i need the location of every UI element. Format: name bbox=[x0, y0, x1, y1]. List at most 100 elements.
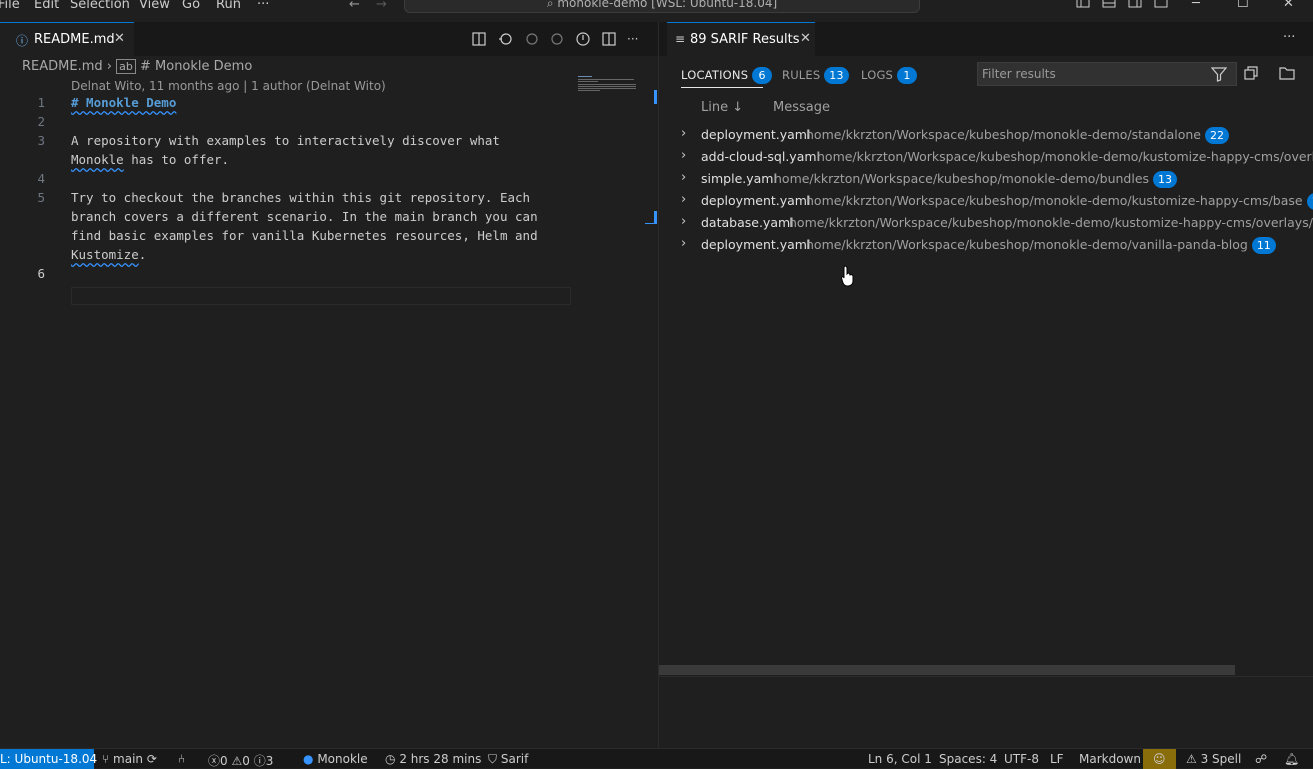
code-line: 2 bbox=[0, 114, 580, 133]
split-editor-icon[interactable] bbox=[602, 32, 616, 46]
timeline-icon[interactable] bbox=[576, 32, 590, 46]
menu-file[interactable]: File bbox=[0, 0, 20, 12]
forward-arrow-icon[interactable]: → bbox=[376, 0, 387, 12]
result-row[interactable]: › simple.yaml home/kkrzton/Workspace/kub… bbox=[659, 168, 1313, 190]
code-text[interactable]: has to offer. bbox=[124, 152, 229, 167]
result-file: add-cloud-sql.yaml bbox=[701, 149, 821, 164]
back-arrow-icon[interactable]: ← bbox=[349, 0, 360, 12]
line-number: 3 bbox=[37, 133, 45, 148]
chevron-right-icon[interactable]: › bbox=[681, 126, 686, 141]
indentation[interactable]: Spaces: 4 bbox=[939, 752, 997, 766]
git-branch-icon: ⑂ bbox=[102, 752, 110, 766]
editor-group: ⓘ README.md ✕ ··· README.md › ab # Monok… bbox=[0, 22, 658, 748]
more-actions-icon[interactable]: ··· bbox=[1283, 30, 1295, 45]
language-mode[interactable]: Markdown bbox=[1079, 752, 1141, 766]
sync-icon[interactable]: ⟳ bbox=[147, 752, 157, 766]
menu-selection[interactable]: Selection bbox=[70, 0, 130, 12]
open-changes-icon[interactable] bbox=[499, 33, 512, 45]
menu-more[interactable]: ··· bbox=[257, 0, 269, 12]
chevron-right-icon[interactable]: › bbox=[681, 170, 686, 185]
code-text[interactable]: A repository with examples to interactiv… bbox=[71, 133, 500, 148]
tab-rules[interactable]: RULES 13 bbox=[782, 67, 849, 84]
time-tracker-item[interactable]: ◷ 2 hrs 28 mins bbox=[385, 752, 481, 766]
close-window-icon[interactable]: ✕ bbox=[1283, 0, 1294, 11]
minimize-icon[interactable]: ─ bbox=[1192, 0, 1200, 11]
menu-edit[interactable]: Edit bbox=[34, 0, 59, 12]
git-graph-icon[interactable]: ⑃ bbox=[178, 752, 185, 766]
code-line: Monokle has to offer. bbox=[0, 152, 580, 171]
result-row[interactable]: › add-cloud-sql.yaml home/kkrzton/Worksp… bbox=[659, 146, 1313, 168]
misspelled-word[interactable]: Kustomize bbox=[71, 247, 139, 262]
tab-sarif-results[interactable]: ≡ 89 SARIF Results ✕ bbox=[667, 22, 815, 56]
code-text[interactable]: . bbox=[139, 247, 147, 262]
monokle-label: Monokle bbox=[317, 752, 368, 766]
horizontal-scrollbar[interactable] bbox=[659, 665, 1235, 675]
toggle-secondary-sidebar-icon[interactable] bbox=[1128, 0, 1142, 8]
problems-item[interactable]: ⓧ0 ⚠0 ⓘ3 bbox=[208, 752, 273, 769]
feedback-icon[interactable]: ☍ bbox=[1255, 752, 1267, 766]
encoding[interactable]: UTF-8 bbox=[1004, 752, 1039, 766]
collapse-all-icon[interactable] bbox=[1244, 66, 1260, 80]
chevron-right-icon[interactable]: › bbox=[681, 192, 686, 207]
next-change-icon[interactable] bbox=[551, 33, 563, 45]
count-badge: 13 bbox=[824, 67, 849, 84]
breadcrumb-file[interactable]: README.md bbox=[22, 59, 103, 74]
result-file: database.yaml bbox=[701, 215, 794, 230]
remote-label: L: Ubuntu-18.04 bbox=[0, 752, 98, 766]
tab-label: 89 SARIF Results bbox=[690, 32, 800, 47]
sarif-item[interactable]: ⛉ Sarif bbox=[488, 752, 528, 767]
column-line[interactable]: Line ↓ bbox=[701, 100, 743, 115]
heading-text[interactable]: # Monokle Demo bbox=[71, 95, 176, 110]
command-center[interactable]: ⌕ monokle-demo [WSL: Ubuntu-18.04] bbox=[404, 0, 920, 13]
result-row[interactable]: › deployment.yaml home/kkrzton/Workspace… bbox=[659, 124, 1313, 146]
misspelled-word[interactable]: Monokle bbox=[71, 152, 124, 167]
spell-item[interactable]: ⚠ 3 Spell bbox=[1186, 752, 1241, 766]
chevron-right-icon[interactable]: › bbox=[681, 214, 686, 229]
minimap[interactable] bbox=[578, 76, 638, 96]
info-icon: ⓘ bbox=[16, 34, 29, 48]
cursor-position[interactable]: Ln 6, Col 1 bbox=[868, 752, 932, 766]
breadcrumb: README.md › ab # Monokle Demo bbox=[22, 59, 252, 74]
maximize-icon[interactable]: ☐ bbox=[1237, 0, 1249, 11]
branch-item[interactable]: ⑂ main ⟳ bbox=[102, 752, 157, 766]
count-badge: 11 bbox=[1306, 193, 1313, 210]
notifications-bell-icon[interactable]: 🔔︎ bbox=[1284, 752, 1299, 766]
error-icon: ⓧ bbox=[208, 754, 221, 768]
code-text[interactable]: branch covers a different scenario. In t… bbox=[71, 209, 538, 224]
result-row[interactable]: › deployment.yaml home/kkrzton/Workspace… bbox=[659, 190, 1313, 212]
tab-logs[interactable]: LOGS 1 bbox=[861, 67, 917, 84]
code-text[interactable]: Try to checkout the branches within this… bbox=[71, 190, 530, 205]
git-blame-codelens[interactable]: Delnat Wito, 11 months ago | 1 author (D… bbox=[71, 79, 386, 93]
column-message[interactable]: Message bbox=[773, 100, 830, 115]
previous-change-icon[interactable] bbox=[526, 33, 538, 45]
customize-layout-icon[interactable] bbox=[1154, 0, 1168, 8]
menu-view[interactable]: View bbox=[139, 0, 170, 12]
tab-readme[interactable]: ⓘ README.md ✕ bbox=[0, 22, 134, 56]
result-row[interactable]: › deployment.yaml home/kkrzton/Workspace… bbox=[659, 234, 1313, 256]
remote-indicator[interactable]: L: Ubuntu-18.04 bbox=[0, 749, 98, 769]
chevron-right-icon[interactable]: › bbox=[681, 236, 686, 251]
end-of-line[interactable]: LF bbox=[1050, 752, 1064, 766]
breadcrumb-symbol[interactable]: # Monokle Demo bbox=[140, 59, 252, 74]
filter-icon[interactable] bbox=[1211, 67, 1227, 82]
code-text[interactable]: find basic examples for vanilla Kubernet… bbox=[71, 228, 538, 243]
tab-locations[interactable]: LOCATIONS 6 bbox=[681, 67, 773, 84]
menu-run[interactable]: Run bbox=[216, 0, 241, 12]
filter-input[interactable] bbox=[978, 63, 1206, 85]
close-tab-icon[interactable]: ✕ bbox=[114, 31, 125, 46]
toggle-primary-sidebar-icon[interactable] bbox=[1076, 0, 1090, 8]
more-actions-icon[interactable]: ··· bbox=[627, 32, 638, 46]
copilot-button[interactable]: ☺ bbox=[1143, 749, 1176, 769]
line-number: 6 bbox=[37, 266, 45, 281]
scrollbar-change-marker bbox=[654, 211, 657, 223]
menu-go[interactable]: Go bbox=[182, 0, 200, 12]
open-folder-icon[interactable] bbox=[1279, 66, 1295, 80]
result-path: home/kkrzton/Workspace/kubeshop/monokle-… bbox=[806, 193, 1303, 208]
open-preview-icon[interactable] bbox=[472, 32, 486, 46]
shield-icon: ⛉ bbox=[488, 752, 498, 766]
monokle-item[interactable]: ● Monokle bbox=[303, 752, 368, 766]
chevron-right-icon[interactable]: › bbox=[681, 148, 686, 163]
history-icon: ◷ bbox=[385, 752, 396, 766]
result-row[interactable]: › database.yaml home/kkrzton/Workspace/k… bbox=[659, 212, 1313, 234]
close-tab-icon[interactable]: ✕ bbox=[800, 31, 811, 46]
